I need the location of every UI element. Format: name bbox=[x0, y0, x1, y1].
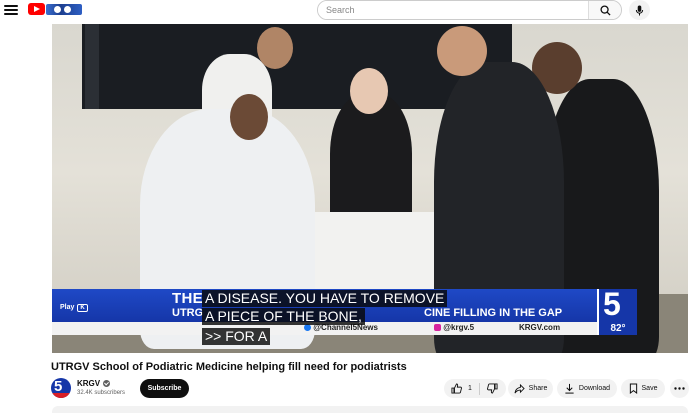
search-button[interactable] bbox=[588, 1, 621, 19]
video-player[interactable]: Play K THE UTRG CINE FILLING IN THE GAP @… bbox=[52, 24, 688, 353]
video-frame-person-head bbox=[257, 27, 293, 69]
station-logo: 5 82° bbox=[597, 286, 637, 335]
lower-third-subtitle-end: CINE FILLING IN THE GAP bbox=[424, 307, 563, 319]
play-label: Play bbox=[60, 304, 75, 311]
search-icon bbox=[599, 4, 611, 16]
share-label: Share bbox=[528, 385, 548, 392]
video-frame-toolbar bbox=[85, 24, 99, 109]
search-bar bbox=[317, 0, 622, 20]
video-frame-person-head bbox=[350, 68, 388, 114]
facebook-icon bbox=[304, 324, 311, 332]
thumbs-down-icon bbox=[486, 383, 498, 394]
instagram-handle: @krgv.5 bbox=[434, 323, 474, 332]
station-number: 5 bbox=[603, 286, 621, 322]
download-button[interactable]: Download bbox=[557, 379, 617, 398]
share-button[interactable]: Share bbox=[508, 379, 553, 398]
like-button[interactable]: 1 bbox=[444, 379, 479, 398]
channel-name: KRGV bbox=[77, 379, 101, 388]
menu-icon[interactable] bbox=[4, 3, 18, 17]
video-frame-person-head bbox=[230, 94, 268, 140]
youtube-logo[interactable] bbox=[28, 3, 82, 16]
instagram-icon bbox=[434, 324, 441, 332]
share-icon bbox=[514, 383, 525, 393]
search-input[interactable] bbox=[318, 1, 588, 19]
like-dislike-group: 1 bbox=[444, 379, 506, 398]
avatar-band bbox=[51, 393, 71, 398]
description-box[interactable] bbox=[52, 406, 688, 413]
download-label: Download bbox=[578, 385, 611, 392]
save-label: Save bbox=[641, 385, 658, 392]
more-actions-button[interactable] bbox=[670, 379, 689, 398]
subscribe-button[interactable]: Subscribe bbox=[140, 379, 189, 398]
download-icon bbox=[565, 383, 574, 394]
lower-third-subtitle: UTRG bbox=[172, 307, 204, 319]
instagram-handle-text: @krgv.5 bbox=[443, 323, 475, 332]
dislike-button[interactable] bbox=[480, 379, 505, 398]
subscriber-count: 32.4K subscribers bbox=[77, 390, 126, 396]
lower-third-title: THE bbox=[172, 290, 203, 307]
microphone-icon bbox=[635, 5, 644, 15]
play-shortcut-hint[interactable]: Play K bbox=[60, 304, 88, 312]
youtube-play-icon bbox=[28, 3, 45, 15]
thumbs-up-icon bbox=[451, 383, 462, 394]
video-title: UTRGV School of Podiatric Medicine helpi… bbox=[51, 361, 407, 373]
temperature-readout: 82° bbox=[610, 323, 626, 334]
video-frame-person-head bbox=[437, 26, 487, 76]
keyboard-key-badge: K bbox=[77, 304, 88, 312]
channel-name-row[interactable]: KRGV bbox=[77, 379, 111, 388]
station-website: KRGV.com bbox=[519, 323, 561, 332]
youtube-watch-page: PlayK THE UTRG CINE FILLING IN THE GAP @… bbox=[0, 0, 697, 413]
caption-line: A PIECE OF THE BONE, bbox=[202, 308, 365, 325]
more-horizontal-icon bbox=[674, 387, 685, 390]
doodle-icon bbox=[46, 4, 82, 15]
verified-badge-icon bbox=[103, 380, 111, 388]
caption-line: >> FOR A bbox=[202, 328, 271, 345]
voice-search-button[interactable] bbox=[629, 0, 650, 20]
channel-avatar[interactable]: 5 bbox=[51, 378, 71, 398]
caption-line: A DISEASE. YOU HAVE TO REMOVE bbox=[202, 290, 448, 307]
bookmark-icon bbox=[629, 383, 637, 394]
like-count: 1 bbox=[468, 385, 472, 392]
save-button[interactable]: Save bbox=[621, 379, 665, 398]
